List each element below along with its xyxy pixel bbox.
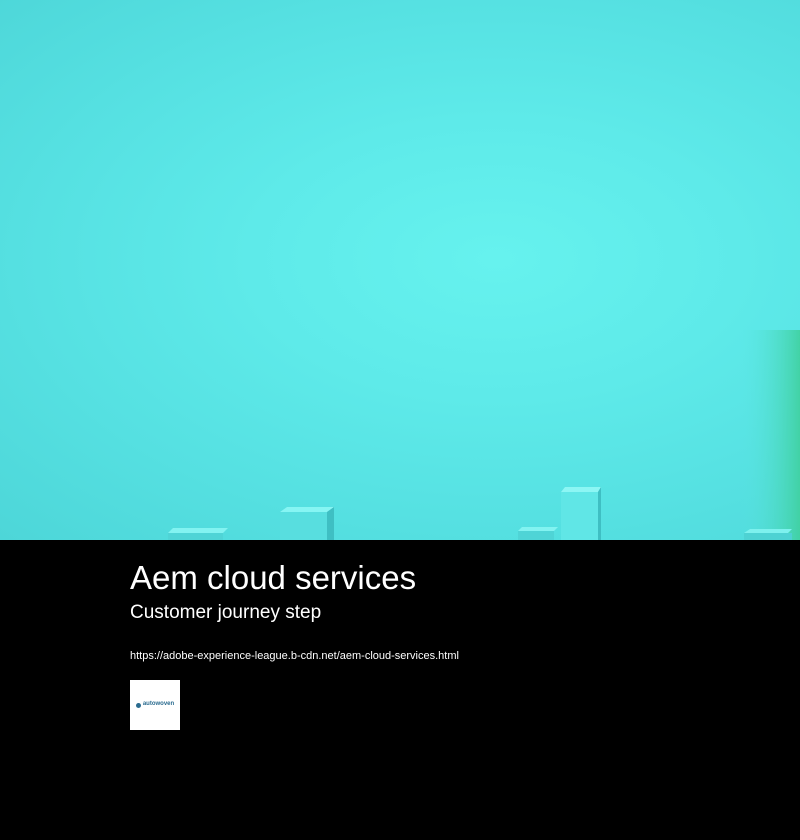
page-subtitle: Customer journey step (130, 602, 322, 623)
logo-text: autowoven (142, 700, 175, 707)
block-3 (518, 527, 558, 540)
hero-image (0, 0, 800, 540)
logo-tagline-decoration (143, 707, 174, 710)
block-5 (744, 529, 792, 540)
block-1 (168, 528, 228, 540)
hero-illustration (168, 330, 800, 540)
green-edge-highlight (740, 330, 800, 540)
block-2 (280, 507, 334, 540)
logo-mark-icon (135, 702, 141, 708)
block-4 (561, 487, 601, 540)
page-title: Aem cloud services (130, 559, 417, 596)
logo-thumbnail[interactable]: autowoven (130, 680, 180, 730)
autowoven-logo: autowoven (135, 700, 175, 710)
source-url-link[interactable]: https://adobe-experience-league.b-cdn.ne… (130, 649, 459, 663)
